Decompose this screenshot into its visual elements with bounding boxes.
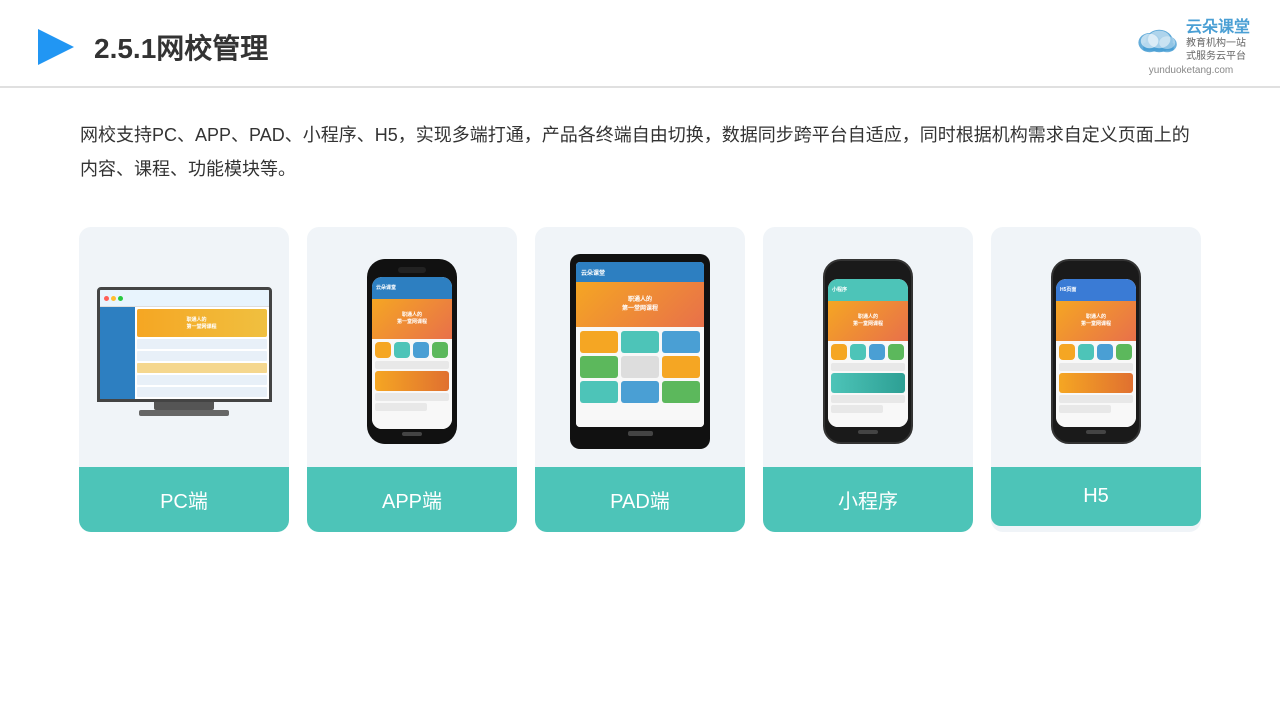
brand-text: 云朵课堂 教育机构一站 式服务云平台 [1186, 18, 1250, 63]
card-miniprogram: 小程序 职通人的第一堂网课程 [763, 227, 973, 532]
card-app: 云朵课堂 职通人的第一堂网课程 [307, 227, 517, 532]
brand-url: yunduoketang.com [1149, 65, 1234, 76]
cloud-icon [1132, 25, 1180, 57]
pad-tablet-mockup: 云朵课堂 职通人的第一堂网课程 [570, 254, 710, 449]
miniprogram-phone-mockup: 小程序 职通人的第一堂网课程 [823, 259, 913, 444]
miniprogram-label: 小程序 [763, 467, 973, 532]
pc-mockup: 职通人的第一堂网课程 [94, 287, 274, 416]
brand-name: 云朵课堂 [1186, 18, 1250, 37]
pad-image-area: 云朵课堂 职通人的第一堂网课程 [535, 227, 745, 467]
brand-slogan-line2: 式服务云平台 [1186, 50, 1246, 63]
pc-screen: 职通人的第一堂网课程 [97, 287, 272, 402]
h5-image-area: H5页面 职通人的第一堂网课程 [991, 227, 1201, 467]
brand-area: 云朵课堂 教育机构一站 式服务云平台 yunduoketang.com [1132, 18, 1250, 76]
pad-label: PAD端 [535, 467, 745, 532]
description-text: 网校支持PC、APP、PAD、小程序、H5，实现多端打通，产品各终端自由切换，数… [0, 88, 1280, 196]
brand-slogan-line1: 教育机构一站 [1186, 37, 1246, 50]
brand-logo: 云朵课堂 教育机构一站 式服务云平台 [1132, 18, 1250, 63]
cards-container: 职通人的第一堂网课程 [0, 197, 1280, 552]
app-label: APP端 [307, 467, 517, 532]
page-title: 2.5.1网校管理 [94, 27, 268, 67]
app-image-area: 云朵课堂 职通人的第一堂网课程 [307, 227, 517, 467]
app-phone-mockup: 云朵课堂 职通人的第一堂网课程 [367, 259, 457, 444]
h5-label: H5 [991, 467, 1201, 526]
card-h5: H5页面 职通人的第一堂网课程 [991, 227, 1201, 532]
h5-phone-mockup: H5页面 职通人的第一堂网课程 [1051, 259, 1141, 444]
card-pad: 云朵课堂 职通人的第一堂网课程 [535, 227, 745, 532]
pc-label: PC端 [79, 467, 289, 532]
miniprogram-image-area: 小程序 职通人的第一堂网课程 [763, 227, 973, 467]
card-pc: 职通人的第一堂网课程 [79, 227, 289, 532]
pc-image-area: 职通人的第一堂网课程 [79, 227, 289, 467]
app-logo-icon [30, 23, 78, 71]
header: 2.5.1网校管理 云朵课堂 教育机构一站 式服务云平台 yunduoketan… [0, 0, 1280, 88]
header-left: 2.5.1网校管理 [30, 23, 268, 71]
